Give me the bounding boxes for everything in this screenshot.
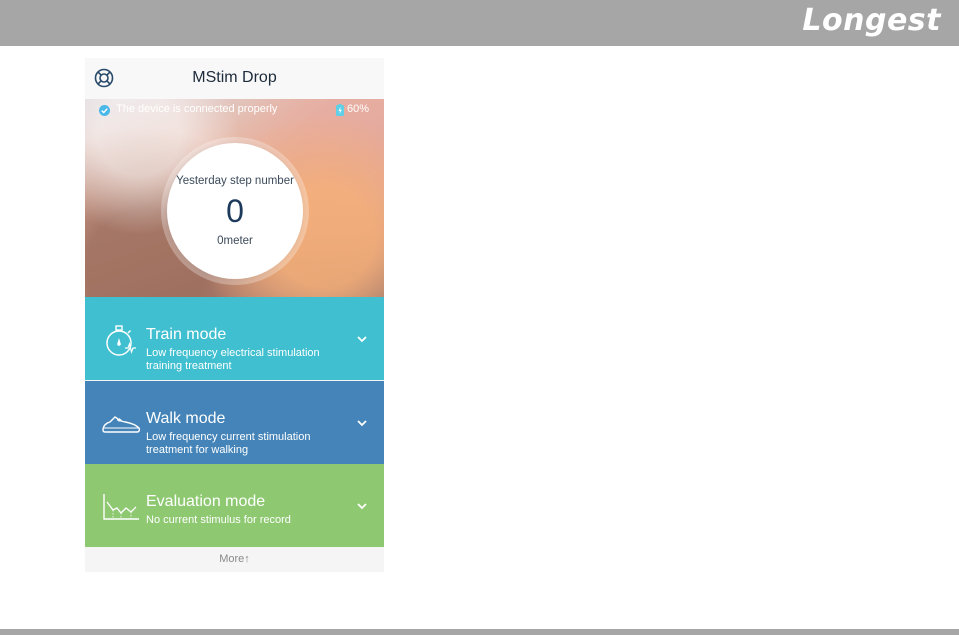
connection-status-text: The device is connected properly: [116, 103, 278, 115]
train-mode-title: Train mode: [146, 326, 227, 343]
train-mode-card[interactable]: Train mode Low frequency electrical stim…: [85, 297, 384, 380]
walk-mode-description: Low frequency current stimulation treatm…: [146, 431, 311, 456]
device-status-row: The device is connected properly 60%: [85, 99, 384, 121]
train-mode-description: Low frequency electrical stimulation tra…: [146, 347, 320, 372]
brand-logo: Longest: [802, 3, 941, 38]
evaluation-mode-description: No current stimulus for record: [146, 514, 291, 526]
phone-screen: MStim Drop The device is connected prope…: [85, 58, 384, 572]
walk-mode-title: Walk mode: [146, 410, 226, 427]
more-label: More↑: [219, 553, 250, 565]
evaluation-mode-card[interactable]: Evaluation mode No current stimulus for …: [85, 464, 384, 547]
chart-area-icon: [103, 494, 139, 520]
chevron-down-icon[interactable]: [356, 419, 368, 427]
step-counter-circle[interactable]: Yesterday step number 0 0meter: [167, 143, 303, 279]
app-header: MStim Drop: [85, 58, 384, 99]
app-title: MStim Drop: [192, 69, 277, 86]
step-distance-text: 0meter: [217, 235, 253, 247]
chevron-down-icon[interactable]: [356, 335, 368, 343]
shoe-icon: [102, 416, 141, 433]
bottom-strip: [0, 629, 959, 635]
step-counter-label: Yesterday step number: [176, 175, 294, 187]
more-button[interactable]: More↑: [85, 547, 384, 572]
stopwatch-icon: [106, 325, 136, 356]
step-counter-value: 0: [226, 193, 244, 229]
evaluation-mode-title: Evaluation mode: [146, 493, 266, 510]
step-summary-panel: The device is connected properly 60% Yes…: [85, 99, 384, 297]
battery-level-text: 60%: [347, 103, 370, 115]
walk-mode-card[interactable]: Walk mode Low frequency current stimulat…: [85, 381, 384, 464]
chevron-down-icon[interactable]: [356, 502, 368, 510]
top-banner: Longest: [0, 0, 959, 46]
battery-charging-icon: [336, 104, 344, 116]
check-circle-icon: [99, 105, 110, 116]
